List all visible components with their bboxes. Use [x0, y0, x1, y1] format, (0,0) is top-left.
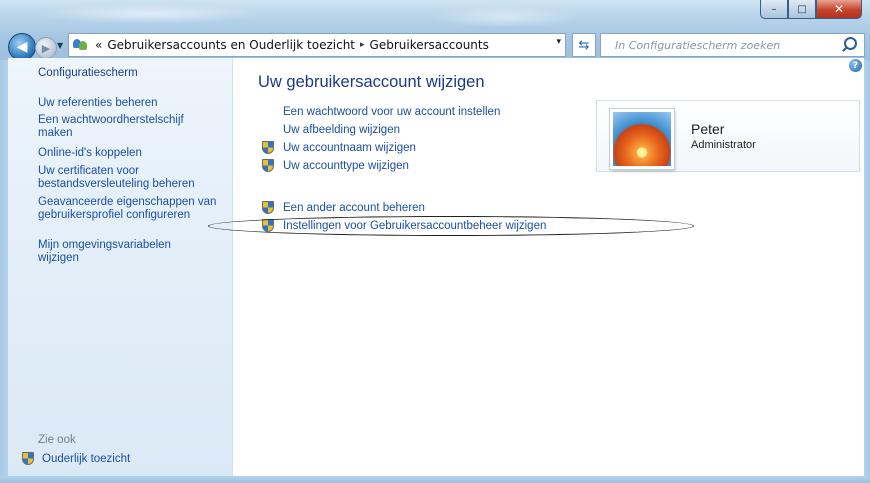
sidebar-item-label: Ouderlijk toezicht — [42, 452, 131, 465]
content-area: Configuratiescherm Uw referenties behere… — [8, 58, 864, 483]
task-label: Uw accounttype wijzigen — [283, 159, 409, 172]
breadcrumb-item-gebruikersaccounts-en-ouderlijk-toezicht[interactable]: Gebruikersaccounts en Ouderlijk toezicht — [107, 38, 355, 52]
minimize-button[interactable]: – — [760, 0, 788, 19]
help-icon[interactable]: ? — [849, 59, 862, 72]
breadcrumb-overflow[interactable]: « — [95, 38, 102, 52]
arrow-right-icon: ▶ — [41, 41, 51, 55]
sidebar-item-omgevingsvariabelen[interactable]: Mijn omgevingsvariabelen wijzigen — [38, 239, 208, 265]
arrow-left-icon: ◀ — [16, 39, 28, 55]
uac-shield-icon — [22, 452, 34, 465]
see-also-heading: Zie ook — [38, 434, 76, 446]
user-name: Peter — [691, 121, 725, 137]
sidebar-item-gebruikersprofiel[interactable]: Geavanceerde eigenschappen van gebruiker… — [38, 196, 218, 222]
task-label: Een ander account beheren — [283, 201, 425, 214]
breadcrumb: « Gebruikersaccounts en Ouderlijk toezic… — [95, 38, 489, 52]
user-account-card: Peter Administrator — [596, 100, 860, 172]
recent-pages-dropdown[interactable]: ▼ — [57, 41, 63, 50]
sidebar-item-ouderlijk-toezicht[interactable]: Ouderlijk toezicht — [22, 452, 130, 465]
task-change-account-name[interactable]: Uw accountnaam wijzigen — [262, 141, 416, 154]
title-bar: – □ ✕ ◀ ▶ ▼ « Gebruikersaccounts en Oude… — [0, 0, 870, 61]
user-accounts-icon — [73, 38, 91, 52]
sidebar-item-configuratiescherm[interactable]: Configuratiescherm — [38, 67, 228, 80]
uac-shield-icon — [262, 159, 274, 172]
uac-shield-icon — [262, 201, 274, 214]
highlight-ellipse — [208, 216, 694, 236]
window-frame-left — [0, 60, 8, 483]
page-title: Uw gebruikersaccount wijzigen — [258, 73, 485, 91]
task-label: Uw afbeelding wijzigen — [283, 124, 400, 136]
address-dropdown-icon[interactable]: ▾ — [556, 37, 561, 47]
task-change-picture[interactable]: Uw afbeelding wijzigen — [283, 124, 400, 136]
search-icon[interactable] — [844, 37, 857, 50]
refresh-button[interactable]: ⇆ — [572, 33, 596, 57]
maximize-button[interactable]: □ — [788, 0, 816, 19]
window-frame-bottom — [0, 476, 870, 483]
user-role: Administrator — [691, 139, 756, 151]
task-label: Een wachtwoord voor uw account instellen — [283, 106, 501, 118]
control-panel-window: – □ ✕ ◀ ▶ ▼ « Gebruikersaccounts en Oude… — [0, 0, 870, 483]
sidebar: Configuratiescherm Uw referenties behere… — [8, 58, 233, 483]
uac-shield-icon — [262, 141, 274, 154]
search-input[interactable] — [613, 35, 847, 55]
forward-button[interactable]: ▶ — [35, 37, 57, 59]
back-button[interactable]: ◀ — [8, 33, 36, 61]
avatar — [610, 109, 674, 169]
window-controls: – □ ✕ — [760, 0, 862, 19]
search-box[interactable] — [600, 33, 865, 57]
task-label: Uw accountnaam wijzigen — [283, 141, 416, 154]
sidebar-item-referenties[interactable]: Uw referenties beheren — [38, 97, 228, 110]
sidebar-item-wachtwoordherstelschijf[interactable]: Een wachtwoordherstelschijf maken — [38, 114, 208, 140]
address-bar[interactable]: « Gebruikersaccounts en Ouderlijk toezic… — [68, 33, 566, 57]
window-frame-right — [864, 60, 870, 483]
breadcrumb-separator-icon[interactable]: ▸ — [360, 40, 365, 50]
task-change-account-type[interactable]: Uw accounttype wijzigen — [262, 159, 409, 172]
sidebar-item-certificaten[interactable]: Uw certificaten voor bestandsversleuteli… — [38, 165, 218, 191]
task-set-password[interactable]: Een wachtwoord voor uw account instellen — [283, 106, 500, 118]
refresh-icon: ⇆ — [578, 37, 590, 53]
sidebar-item-online-ids[interactable]: Online-id's koppelen — [38, 147, 228, 160]
task-manage-other-account[interactable]: Een ander account beheren — [262, 201, 425, 214]
close-button[interactable]: ✕ — [816, 0, 862, 19]
breadcrumb-item-gebruikersaccounts[interactable]: Gebruikersaccounts — [370, 38, 489, 52]
